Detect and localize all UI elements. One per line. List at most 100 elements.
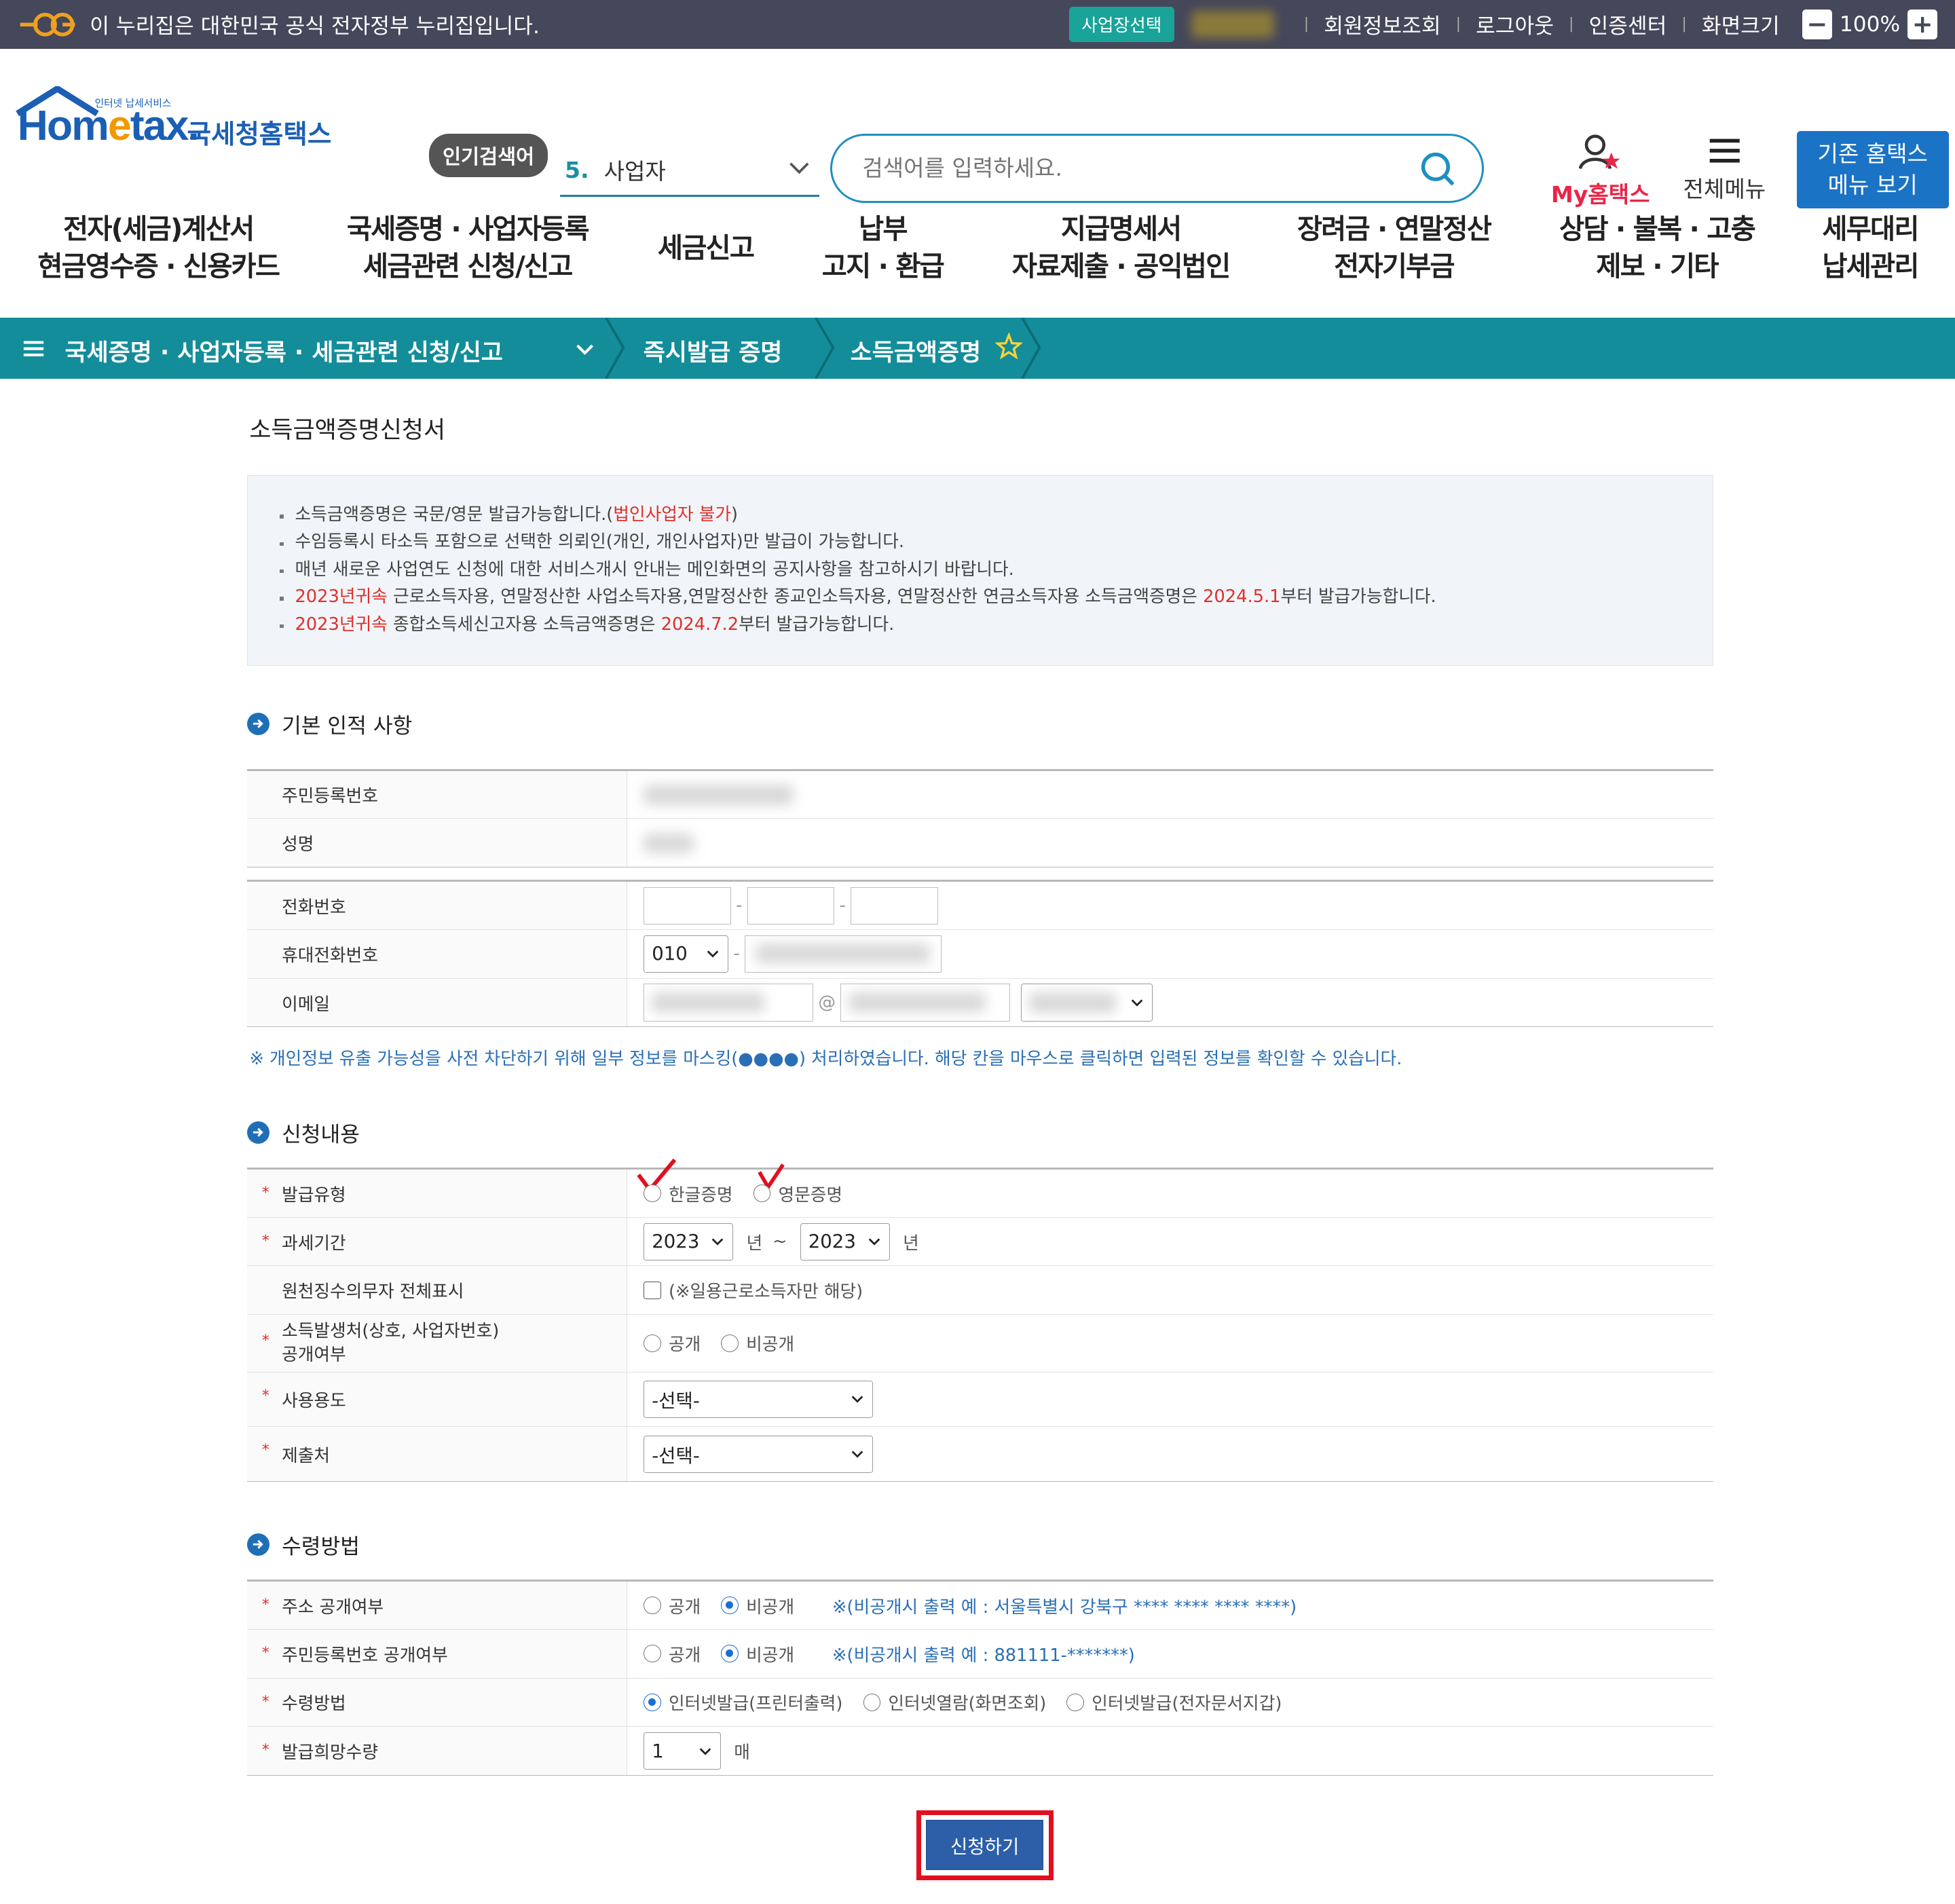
user-name-masked: [1191, 10, 1274, 39]
breadcrumb-separator: [605, 318, 625, 379]
hometax-logo[interactable]: 인터넷 납세서비스 Hometax. 국세청홈택스: [10, 86, 335, 174]
name-label: 성명: [246, 818, 627, 868]
period-from-select[interactable]: 2023: [644, 1222, 734, 1261]
breadcrumb-level1[interactable]: 국세증명 · 사업자등록 · 세금관련 신청/신고: [65, 334, 503, 368]
withholding-checkbox[interactable]: [644, 1281, 661, 1299]
tel-field-3[interactable]: [851, 886, 938, 925]
zoom-out-button[interactable]: −: [1802, 9, 1832, 39]
rrn-label: 주민등록번호: [246, 770, 627, 819]
table-row: 성명: [246, 818, 1713, 868]
popular-search-term: 사업자: [603, 158, 666, 185]
rrn-note: ※(비공개시 출력 예 : 881111-*******): [832, 1645, 1135, 1666]
email-domain-select[interactable]: [1020, 984, 1153, 1022]
table-row: * 주민등록번호 공개여부 공개 비공개 ※(비공개시 출력 예 : 881111…: [246, 1629, 1713, 1679]
notice-item: 2023년귀속 종합소득세신고자용 소득금액증명은 2024.7.2부터 발급가…: [278, 611, 1683, 638]
gnb-item-incentive[interactable]: 장려금 · 연말정산 전자기부금: [1297, 210, 1492, 285]
address-closed-radio[interactable]: [721, 1597, 739, 1614]
tel-field-1[interactable]: [644, 886, 731, 925]
gnb-item-invoice[interactable]: 전자(세금)계산서 현금영수증 · 신용카드: [37, 210, 280, 285]
table-row: * 발급희망수량 1 매: [246, 1726, 1713, 1776]
zoom-level: 100%: [1839, 12, 1901, 37]
chevron-down-icon: [851, 1396, 863, 1404]
quantity-select[interactable]: 1: [644, 1732, 722, 1770]
method-view-radio[interactable]: [863, 1694, 881, 1711]
income-source-label: 소득발생처(상호, 사업자번호): [282, 1320, 500, 1341]
mobile-prefix-select[interactable]: 010: [644, 935, 729, 973]
table-row: 전화번호 --: [246, 880, 1713, 931]
chevron-down-icon: [1132, 999, 1143, 1007]
gnb-item-agent[interactable]: 세무대리 납세관리: [1822, 210, 1919, 285]
section-receive-heading: 수령방법: [246, 1529, 1713, 1560]
popular-search-badge: 인기검색어: [428, 133, 548, 177]
menu-icon[interactable]: [22, 339, 45, 358]
table-row: * 주소 공개여부 공개 비공개 ※(비공개시 출력 예 : 서울특별시 강북구 …: [246, 1580, 1713, 1630]
submit-button[interactable]: 신청하기: [926, 1820, 1043, 1870]
member-info-link[interactable]: 회원정보조회: [1324, 9, 1440, 39]
mobile-label: 휴대전화번호: [246, 929, 627, 979]
notice-item: 매년 새로운 사업연도 신청에 대한 서비스개시 안내는 메인화면의 공지사항을…: [278, 556, 1683, 583]
basic-info-table-1: 주민등록번호 성명: [246, 768, 1713, 868]
chevron-down-icon: [789, 162, 809, 174]
breadcrumb-level2[interactable]: 즉시발급 증명: [644, 334, 783, 368]
withholding-label: 원천징수의무자 전체표시: [246, 1265, 627, 1315]
gnb-item-statement[interactable]: 지급명세서 자료제출 · 공익법인: [1012, 210, 1231, 285]
address-note: ※(비공개시 출력 예 : 서울특별시 강북구 **** **** **** *…: [832, 1597, 1297, 1618]
masking-note: ※ 개인정보 유출 가능성을 사전 차단하기 위해 일부 정보를 마스킹(●●●…: [249, 1049, 1402, 1070]
method-wallet-radio[interactable]: [1066, 1694, 1085, 1711]
source-closed-radio[interactable]: [721, 1334, 739, 1352]
gov-banner: 이 누리집은 대한민국 공식 전자정부 누리집입니다. 사업장선택 | 회원정보…: [0, 0, 1955, 49]
biz-select-button[interactable]: 사업장선택: [1068, 6, 1174, 42]
issue-type-korean-radio[interactable]: [644, 1184, 661, 1202]
popular-search-dropdown[interactable]: 5. 사업자: [559, 145, 819, 198]
table-row: * 제출처 -선택-: [246, 1426, 1713, 1482]
user-star-icon: [1579, 134, 1621, 169]
notice-item: 수임등록시 타소득 포함으로 선택한 의뢰인(개인, 개인사업자)만 발급이 가…: [278, 528, 1683, 555]
usage-select[interactable]: -선택-: [644, 1380, 874, 1419]
chevron-down-icon[interactable]: [574, 338, 596, 360]
address-open-radio[interactable]: [644, 1597, 661, 1614]
notice-box: 소득금액증명은 국문/영문 발급가능합니다.(법인사업자 불가) 수임등록시 타…: [246, 475, 1713, 667]
section-apply-heading: 신청내용: [246, 1117, 1713, 1148]
star-icon[interactable]: [994, 333, 1023, 360]
cert-center-link[interactable]: 인증센터: [1588, 9, 1667, 39]
notice-item: 소득금액증명은 국문/영문 발급가능합니다.(법인사업자 불가): [278, 501, 1683, 528]
period-to-select[interactable]: 2023: [800, 1222, 890, 1261]
search-input[interactable]: [859, 153, 1384, 183]
rrn-open-label: 주민등록번호 공개여부: [282, 1645, 448, 1666]
chevron-down-icon: [699, 1747, 711, 1755]
submit-to-select[interactable]: -선택-: [644, 1435, 874, 1473]
gnb-item-certificate[interactable]: 국세증명 · 사업자등록 세금관련 신청/신고: [347, 210, 590, 285]
arrow-right-circle-icon: [246, 1533, 269, 1556]
chevron-down-icon: [868, 1238, 880, 1246]
hamburger-icon: [1709, 138, 1740, 163]
gnb-item-consult[interactable]: 상담 · 불복 · 고충 제보 · 기타: [1559, 210, 1756, 285]
section-basic-heading: 기본 인적 사항: [246, 709, 1713, 739]
table-row: * 과세기간 2023 년 ~ 2023 년: [246, 1217, 1713, 1267]
table-row: * 사용용도 -선택-: [246, 1372, 1713, 1427]
notice-item: 2023년귀속 근로소득자용, 연말정산한 사업소득자용,연말정산한 종교인소득…: [278, 583, 1683, 610]
page-title: 소득금액증명신청서: [249, 417, 446, 445]
search-icon[interactable]: [1419, 151, 1457, 188]
chevron-down-icon: [707, 950, 719, 958]
usage-label: 사용용도: [282, 1390, 346, 1411]
page: 이 누리집은 대한민국 공식 전자정부 누리집입니다. 사업장선택 | 회원정보…: [0, 0, 1955, 1904]
logout-link[interactable]: 로그아웃: [1476, 9, 1554, 39]
location-bar: 국세증명 · 사업자등록 · 세금관련 신청/신고 즉시발급 증명 소득금액증명: [0, 318, 1955, 379]
gnb-item-payment[interactable]: 납부 고지 · 환급: [822, 210, 945, 285]
issue-type-english-radio[interactable]: [753, 1184, 771, 1202]
breadcrumb-level3: 소득금액증명: [850, 339, 982, 367]
rrn-closed-radio[interactable]: [721, 1645, 739, 1663]
tel-field-2[interactable]: [747, 886, 835, 925]
egov-logo-icon: [20, 12, 75, 37]
header: 인터넷 납세서비스 Hometax. 국세청홈택스 인기검색어 5. 사업자 M…: [0, 49, 1955, 208]
mobile-field[interactable]: [745, 935, 942, 973]
source-open-radio[interactable]: [644, 1334, 661, 1352]
zoom-in-button[interactable]: +: [1907, 9, 1938, 39]
rrn-open-radio[interactable]: [644, 1645, 661, 1663]
main-content: 소득금액증명신청서 소득금액증명은 국문/영문 발급가능합니다.(법인사업자 불…: [246, 411, 1713, 1776]
email-domain-field[interactable]: [840, 984, 1011, 1022]
email-id-field[interactable]: [644, 984, 813, 1022]
gnb-item-tax-report[interactable]: 세금신고: [658, 229, 755, 267]
table-row: * 소득발생처(상호, 사업자번호) 공개여부 공개 비공개: [246, 1314, 1713, 1373]
method-print-radio[interactable]: [644, 1694, 661, 1711]
